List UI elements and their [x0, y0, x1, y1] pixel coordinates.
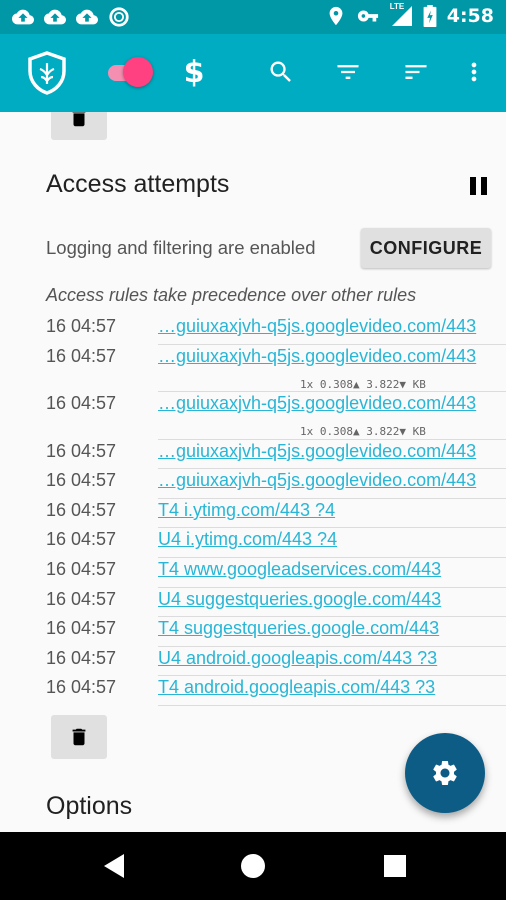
row-divider — [158, 438, 506, 440]
sort-icon[interactable] — [398, 54, 434, 90]
log-time: 16 04:57 — [46, 470, 117, 491]
home-icon[interactable] — [238, 851, 268, 881]
log-time: 16 04:57 — [46, 440, 117, 461]
log-time: 16 04:57 — [46, 393, 117, 414]
signal-icon: LTE — [389, 2, 413, 27]
trash-icon — [72, 112, 86, 127]
log-traffic-stats: 1x 0.308▲ 3.822▼ KB — [300, 425, 426, 439]
log-destination-link[interactable]: …guiuxaxjvh-q5js.googlevideo.com/443 — [158, 316, 476, 337]
log-destination-link[interactable]: …guiuxaxjvh-q5js.googlevideo.com/443 — [158, 393, 476, 414]
pause-icon[interactable] — [466, 174, 492, 198]
row-divider — [158, 391, 506, 393]
cloud-upload-icon — [76, 9, 98, 25]
row-divider — [158, 586, 506, 588]
location-icon — [329, 6, 343, 26]
log-destination-link[interactable]: …guiuxaxjvh-q5js.googlevideo.com/443 — [158, 441, 476, 462]
row-divider — [158, 527, 506, 529]
filter-icon[interactable] — [330, 54, 366, 90]
row-divider — [158, 468, 506, 470]
status-bar: LTE 4:58 — [0, 0, 506, 34]
cloud-upload-icon — [12, 9, 34, 25]
search-icon[interactable] — [263, 54, 299, 90]
log-destination-link[interactable]: …guiuxaxjvh-q5js.googlevideo.com/443 — [158, 346, 476, 367]
log-destination-link[interactable]: T4 i.ytimg.com/443 ?4 — [158, 500, 335, 521]
key-icon — [357, 10, 378, 22]
log-time: 16 04:57 — [46, 529, 117, 550]
row-divider — [158, 675, 506, 677]
log-time: 16 04:57 — [46, 499, 117, 520]
log-destination-link[interactable]: T4 android.googleapis.com/443 ?3 — [158, 677, 435, 698]
log-time: 16 04:57 — [46, 618, 117, 639]
system-nav-bar — [0, 832, 506, 900]
configure-button[interactable]: CONFIGURE — [361, 228, 491, 268]
options-title: Options — [46, 792, 133, 820]
main-content[interactable]: Access attempts Logging and filtering ar… — [0, 112, 506, 832]
log-time: 16 04:57 — [46, 647, 117, 668]
recents-icon[interactable] — [380, 851, 410, 881]
clear-log-button[interactable] — [51, 715, 107, 759]
cloud-upload-icon — [44, 9, 66, 25]
toggle-switch[interactable] — [106, 56, 154, 88]
rules-note: Access rules take precedence over other … — [46, 285, 417, 305]
back-icon[interactable] — [100, 851, 130, 881]
log-destination-link[interactable]: T4 www.googleadservices.com/443 — [158, 559, 441, 580]
clear-log-button-top[interactable] — [51, 112, 107, 140]
shield-logo-icon[interactable] — [26, 50, 68, 96]
trash-icon — [72, 728, 86, 746]
log-time: 16 04:57 — [46, 677, 117, 698]
log-time: 16 04:57 — [46, 316, 117, 336]
settings-gear-icon — [433, 761, 457, 785]
log-time: 16 04:57 — [46, 559, 117, 579]
row-divider — [158, 343, 506, 345]
sync-circle-icon — [109, 7, 129, 27]
network-type-label: LTE — [389, 2, 405, 11]
row-divider — [158, 616, 506, 618]
battery-charging-icon — [423, 5, 437, 27]
dollar-icon[interactable]: $ — [176, 54, 212, 90]
row-divider — [158, 704, 506, 706]
access-attempts-title: Access attempts — [46, 170, 230, 198]
row-divider — [158, 556, 506, 558]
log-destination-link[interactable]: …guiuxaxjvh-q5js.googlevideo.com/443 — [158, 470, 476, 491]
more-vert-icon[interactable] — [456, 54, 492, 90]
log-time: 16 04:57 — [46, 345, 117, 366]
row-divider — [158, 497, 506, 499]
log-destination-link[interactable]: U4 i.ytimg.com/443 ?4 — [158, 529, 337, 550]
log-destination-link[interactable]: U4 suggestqueries.google.com/443 — [158, 589, 441, 610]
log-traffic-stats: 1x 0.308▲ 3.822▼ KB — [300, 377, 426, 391]
log-time: 16 04:57 — [46, 588, 117, 609]
log-destination-link[interactable]: U4 android.googleapis.com/443 ?3 — [158, 648, 437, 669]
app-bar: $ — [0, 34, 506, 112]
settings-fab[interactable] — [405, 733, 485, 813]
status-clock: 4:58 — [446, 5, 494, 27]
log-destination-link[interactable]: T4 suggestqueries.google.com/443 — [158, 618, 439, 639]
logging-status-text: Logging and filtering are enabled — [46, 237, 316, 258]
row-divider — [158, 645, 506, 647]
